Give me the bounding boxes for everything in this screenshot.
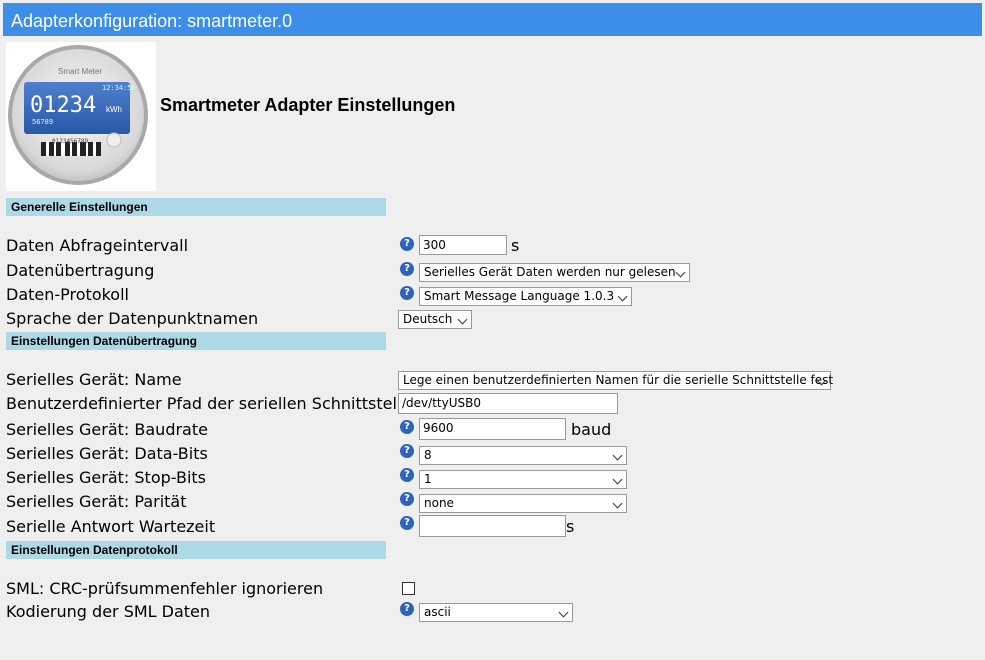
protocol-select[interactable]: Smart Message Language 1.0.3 xyxy=(419,287,632,306)
chevron-down-icon xyxy=(457,314,468,325)
transfer-select-value: Serielles Gerät Daten werden nur gelesen xyxy=(424,265,676,279)
language-select-value: Deutsch xyxy=(403,312,453,326)
language-select[interactable]: Deutsch xyxy=(398,310,472,329)
serial-name-select[interactable]: Lege einen benutzerdefinierten Namen für… xyxy=(398,371,834,390)
help-icon[interactable]: ? xyxy=(400,516,414,530)
language-label: Sprache der Datenpunktnamen xyxy=(6,309,259,328)
section-general: Generelle Einstellungen xyxy=(6,198,386,216)
help-icon[interactable]: ? xyxy=(400,286,414,300)
wait-label: Serielle Antwort Wartezeit xyxy=(6,517,216,536)
chevron-down-icon xyxy=(612,474,623,485)
help-icon[interactable]: ? xyxy=(400,420,414,434)
protocol-select-value: Smart Message Language 1.0.3 xyxy=(424,289,615,303)
chevron-down-icon xyxy=(612,498,623,509)
parity-select[interactable]: none xyxy=(419,494,627,513)
parity-select-value: none xyxy=(424,496,454,510)
serial-name-label: Serielles Gerät: Name xyxy=(6,370,182,389)
serial-path-input[interactable]: /dev/ttyUSB0 xyxy=(398,393,618,414)
page-title: Smartmeter Adapter Einstellungen xyxy=(160,95,456,115)
section-transfer: Einstellungen Datenübertragung xyxy=(6,332,386,350)
window-title: Adapterkonfiguration: smartmeter.0 xyxy=(3,3,982,36)
logo-small-number: 56789 xyxy=(32,118,54,126)
baudrate-input[interactable]: 9600 xyxy=(419,418,566,440)
chevron-down-icon xyxy=(612,450,623,461)
databits-label: Serielles Gerät: Data-Bits xyxy=(6,444,208,463)
crc-checkbox[interactable] xyxy=(402,582,415,595)
help-icon[interactable]: ? xyxy=(400,262,414,276)
transfer-label: Datenübertragung xyxy=(6,261,155,280)
stopbits-label: Serielles Gerät: Stop-Bits xyxy=(6,468,207,487)
wait-unit: s xyxy=(566,517,575,536)
logo-reading: 01234 xyxy=(30,93,97,118)
help-icon[interactable]: ? xyxy=(400,468,414,482)
protocol-label: Daten-Protokoll xyxy=(6,285,129,304)
section-protocol: Einstellungen Datenprotokoll xyxy=(6,541,386,559)
help-icon[interactable]: ? xyxy=(400,444,414,458)
stopbits-select[interactable]: 1 xyxy=(419,470,627,489)
logo-unit: kWh xyxy=(106,105,122,114)
parity-label: Serielles Gerät: Parität xyxy=(6,492,187,511)
help-icon[interactable]: ? xyxy=(400,492,414,506)
serial-name-select-value: Lege einen benutzerdefinierten Namen für… xyxy=(403,373,834,387)
help-icon[interactable]: ? xyxy=(400,237,414,251)
logo-serial: 0123456789 xyxy=(52,138,89,145)
chevron-down-icon xyxy=(675,267,686,278)
databits-select-value: 8 xyxy=(424,448,432,462)
crc-label: SML: CRC-prüfsummenfehler ignorieren xyxy=(6,579,324,598)
databits-select[interactable]: 8 xyxy=(419,446,627,465)
interval-label: Daten Abfrageintervall xyxy=(6,236,189,255)
transfer-select[interactable]: Serielles Gerät Daten werden nur gelesen xyxy=(419,263,690,282)
interval-input[interactable]: 300 xyxy=(419,235,507,255)
encoding-select[interactable]: ascii xyxy=(419,603,573,622)
stopbits-select-value: 1 xyxy=(424,472,432,486)
serial-path-label: Benutzerdefinierter Pfad der seriellen S… xyxy=(6,394,412,413)
encoding-select-value: ascii xyxy=(424,605,451,619)
wait-input[interactable] xyxy=(419,515,566,537)
chevron-down-icon xyxy=(558,607,569,618)
baudrate-label: Serielles Gerät: Baudrate xyxy=(6,420,208,439)
chevron-down-icon xyxy=(617,291,628,302)
logo-time: 12:34:56 xyxy=(102,84,136,92)
smartmeter-logo: Smart Meter 12:34:56 01234 kWh 56789 012… xyxy=(6,42,156,191)
logo-brand: Smart Meter xyxy=(58,67,103,76)
baudrate-unit: baud xyxy=(571,420,612,439)
help-icon[interactable]: ? xyxy=(400,602,414,616)
encoding-label: Kodierung der SML Daten xyxy=(6,602,211,621)
interval-unit: s xyxy=(511,236,520,255)
